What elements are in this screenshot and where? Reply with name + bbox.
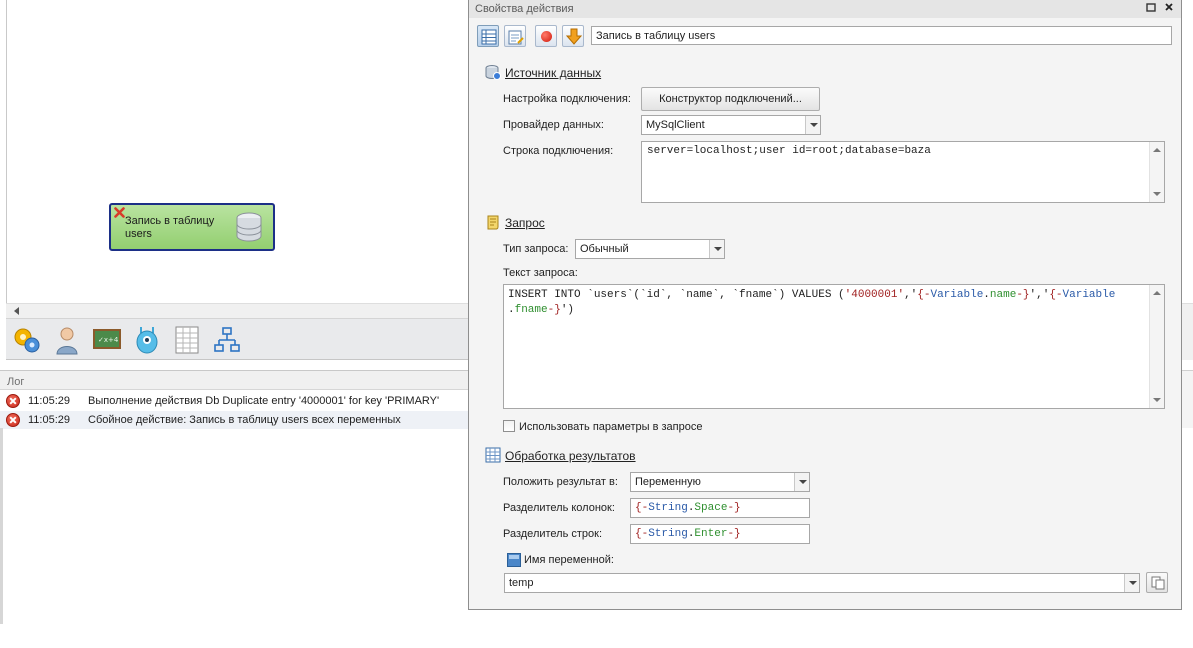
log-row[interactable]: 11:05:29 Выполнение действия Db Duplicat… [0, 392, 468, 410]
maximize-icon[interactable] [1145, 2, 1157, 14]
use-params-label: Использовать параметры в запросе [519, 421, 703, 433]
user-icon[interactable] [52, 325, 82, 355]
log-time: 11:05:29 [28, 414, 71, 426]
chalkboard-icon[interactable]: ✓x+4 [92, 325, 122, 355]
arrow-down-icon [566, 28, 582, 45]
error-cross-icon [114, 207, 125, 218]
row-separator-label: Разделитель строк: [503, 528, 603, 540]
query-text-label: Текст запроса: [503, 267, 578, 279]
log-header: Лог [0, 370, 468, 390]
variable-icon [507, 553, 521, 567]
use-params-checkbox[interactable] [503, 420, 515, 432]
notes-view-button[interactable] [504, 25, 526, 47]
connection-string-value: server=localhost;user id=root;database=b… [647, 145, 931, 157]
log-left-edge [0, 428, 3, 624]
variable-name-label: Имя переменной: [524, 554, 614, 566]
results-table-icon [485, 447, 501, 463]
query-text-line1: INSERT INTO `users`(`id`, `name`, `fname… [508, 289, 1116, 301]
query-scroll-icon [487, 215, 499, 230]
log-time: 11:05:29 [28, 395, 71, 407]
gear-cluster-icon[interactable] [12, 325, 42, 355]
close-icon[interactable] [1163, 2, 1175, 14]
node-label-line2: users [125, 228, 152, 240]
put-result-label: Положить результат в: [503, 476, 618, 488]
hierarchy-icon[interactable] [212, 325, 242, 355]
action-node-db-write[interactable]: Запись в таблицу users [109, 203, 275, 251]
results-section-title[interactable]: Обработка результатов [505, 449, 636, 463]
column-separator-input[interactable]: {-String.Space-} [630, 498, 810, 518]
query-type-select[interactable]: Обычный [575, 239, 725, 259]
data-source-section-title[interactable]: Источник данных [505, 66, 601, 80]
query-section-title[interactable]: Запрос [505, 216, 545, 230]
breakpoint-button[interactable] [535, 25, 557, 47]
panel-title-bar: Свойства действия [469, 0, 1181, 18]
robot-icon[interactable] [132, 325, 162, 355]
error-icon [6, 394, 20, 408]
panel-title: Свойства действия [475, 3, 574, 15]
provider-label: Провайдер данных: [503, 119, 604, 131]
log-message: Сбойное действие: Запись в таблицу users… [88, 414, 401, 426]
column-separator-label: Разделитель колонок: [503, 502, 615, 514]
chevron-down-icon[interactable] [805, 116, 820, 134]
log-right-edge [1181, 370, 1193, 428]
node-label-line1: Запись в таблицу [125, 215, 215, 227]
conn-setup-label: Настройка подключения: [503, 93, 631, 105]
query-text-scrollbar[interactable] [1149, 285, 1164, 408]
copy-variable-button[interactable] [1146, 572, 1168, 593]
chevron-down-icon[interactable] [709, 240, 724, 258]
provider-value: MySqlClient [646, 119, 705, 131]
database-icon [236, 212, 262, 242]
query-text-line2: .fname-}') [508, 304, 575, 316]
canvas-right-edge [1181, 303, 1193, 360]
chevron-down-icon[interactable] [1124, 574, 1139, 592]
put-result-value: Переменную [635, 476, 701, 488]
data-source-icon [485, 65, 501, 80]
action-palette-toolbar: ✓x+4 [6, 318, 468, 360]
conn-string-label: Строка подключения: [503, 145, 614, 157]
spreadsheet-icon[interactable] [172, 325, 202, 355]
connection-builder-button[interactable]: Конструктор подключений... [641, 87, 820, 111]
action-name-input[interactable]: Запись в таблицу users [591, 26, 1172, 45]
query-text-editor[interactable]: INSERT INTO `users`(`id`, `name`, `fname… [503, 284, 1165, 409]
variable-name-value: temp [509, 577, 534, 589]
svg-text:✓x+4: ✓x+4 [98, 336, 119, 344]
error-icon [6, 413, 20, 427]
variable-name-combo[interactable]: temp [504, 573, 1140, 593]
table-view-icon [481, 29, 497, 45]
note-edit-icon [508, 30, 524, 45]
canvas-horizontal-scrollbar[interactable] [6, 303, 468, 318]
log-message: Выполнение действия Db Duplicate entry '… [88, 395, 440, 407]
conn-string-scrollbar[interactable] [1149, 142, 1164, 202]
chevron-down-icon[interactable] [794, 473, 809, 491]
query-type-value: Обычный [580, 243, 629, 255]
query-type-label: Тип запроса: [503, 243, 569, 255]
provider-select[interactable]: MySqlClient [641, 115, 821, 135]
step-down-button[interactable] [562, 25, 584, 47]
workflow-canvas[interactable] [6, 0, 468, 303]
row-separator-input[interactable]: {-String.Enter-} [630, 524, 810, 544]
record-stop-icon [541, 31, 552, 42]
copy-icon [1151, 576, 1165, 590]
properties-view-button[interactable] [477, 25, 499, 47]
scroll-left-arrow-icon[interactable] [14, 307, 19, 315]
connection-string-textarea[interactable]: server=localhost;user id=root;database=b… [641, 141, 1165, 203]
put-result-select[interactable]: Переменную [630, 472, 810, 492]
log-row[interactable]: 11:05:29 Сбойное действие: Запись в табл… [0, 411, 468, 429]
